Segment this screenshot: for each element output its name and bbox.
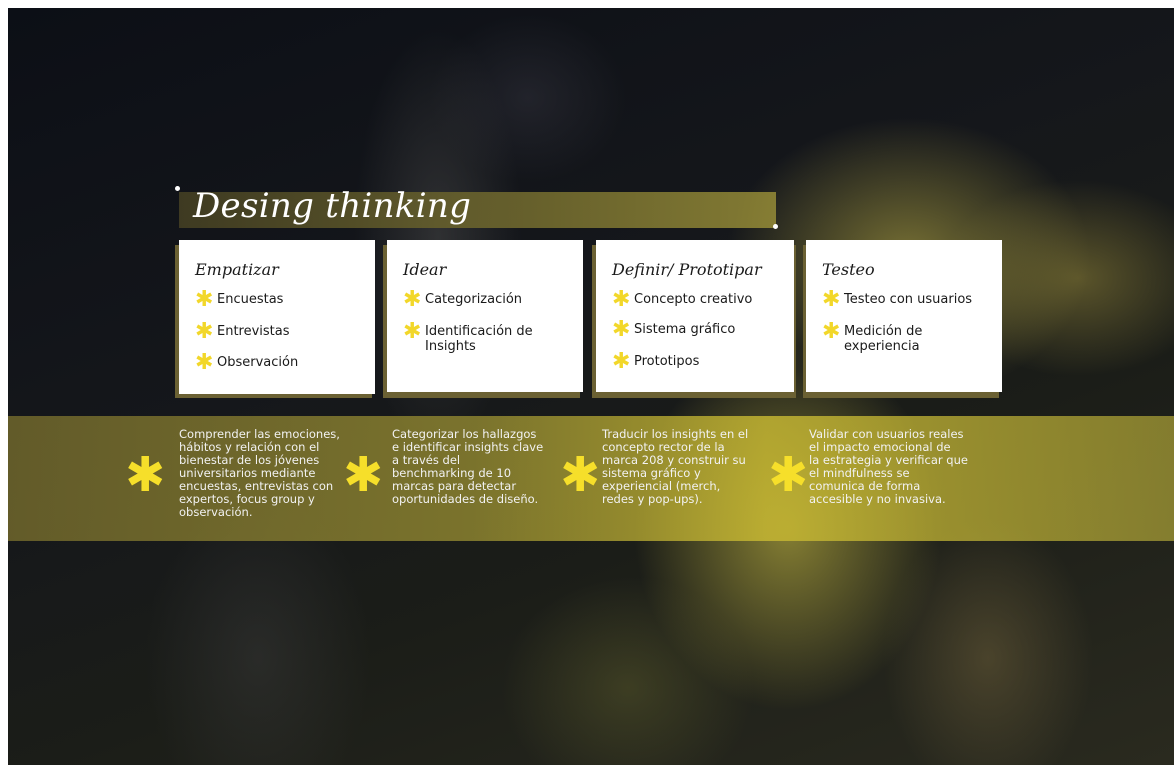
asterisk-icon: ✱: [822, 319, 841, 344]
item-label: Sistema gráfico: [634, 322, 736, 337]
stage-description: Comprender las emociones, hábitos y rela…: [179, 427, 340, 519]
asterisk-icon: ✱: [125, 447, 166, 503]
list-item: ✱ Prototipos: [612, 349, 700, 374]
asterisk-icon: ✱: [195, 350, 214, 375]
list-item: ✱ Sistema gráfico: [612, 317, 736, 342]
item-label: Concepto creativo: [634, 292, 753, 307]
list-item: ✱ Observación: [195, 350, 299, 375]
asterisk-icon: ✱: [560, 447, 601, 503]
stage-card-empatizar: Empatizar ✱ Encuestas ✱ Entrevistas ✱ Ob…: [179, 240, 375, 394]
list-item: ✱ Medición de experiencia: [822, 319, 923, 355]
title-banner: Desing thinking: [175, 186, 778, 232]
asterisk-icon: ✱: [195, 287, 214, 312]
stage-card-idear: Idear ✱ Categorización ✱ Identificación …: [387, 240, 583, 392]
asterisk-icon: ✱: [612, 317, 631, 342]
item-label: Testeo con usuarios: [844, 292, 973, 307]
stage-description: Validar con usuarios reales el impacto e…: [809, 427, 968, 506]
asterisk-icon: ✱: [343, 447, 384, 503]
stage-description: Traducir los insights en el concepto rec…: [602, 427, 749, 506]
asterisk-icon: ✱: [612, 287, 631, 312]
item-label: Identificación de Insights: [425, 324, 533, 354]
page-title: Desing thinking: [193, 186, 472, 226]
stage-card-testeo: Testeo ✱ Testeo con usuarios ✱ Medición …: [806, 240, 1002, 392]
list-item: ✱ Categorización: [403, 287, 523, 312]
stage-title: Idear: [403, 260, 447, 279]
stage-description: Categorizar los hallazgos e identificar …: [392, 427, 544, 506]
stage-title: Empatizar: [195, 260, 279, 279]
stage-card-definir-prototipar: Definir/ Prototipar ✱ Concepto creativo …: [596, 240, 794, 392]
list-item: ✱ Testeo con usuarios: [822, 287, 973, 312]
list-item: ✱ Concepto creativo: [612, 287, 753, 312]
item-label: Categorización: [425, 292, 523, 307]
asterisk-icon: ✱: [403, 287, 422, 312]
asterisk-icon: ✱: [195, 319, 214, 344]
asterisk-icon: ✱: [403, 319, 422, 344]
asterisk-icon: ✱: [768, 447, 809, 503]
item-label: Observación: [217, 355, 299, 370]
stage-title: Testeo: [822, 260, 875, 279]
stage-title: Definir/ Prototipar: [612, 260, 762, 279]
asterisk-icon: ✱: [822, 287, 841, 312]
list-item: ✱ Entrevistas: [195, 319, 290, 344]
item-label: Medición de experiencia: [844, 324, 923, 354]
item-label: Prototipos: [634, 354, 700, 369]
item-label: Entrevistas: [217, 324, 290, 339]
list-item: ✱ Encuestas: [195, 287, 284, 312]
list-item: ✱ Identificación de Insights: [403, 319, 533, 355]
title-dot-left: [175, 186, 180, 191]
asterisk-icon: ✱: [612, 349, 631, 374]
item-label: Encuestas: [217, 292, 284, 307]
title-dot-right: [773, 224, 778, 229]
